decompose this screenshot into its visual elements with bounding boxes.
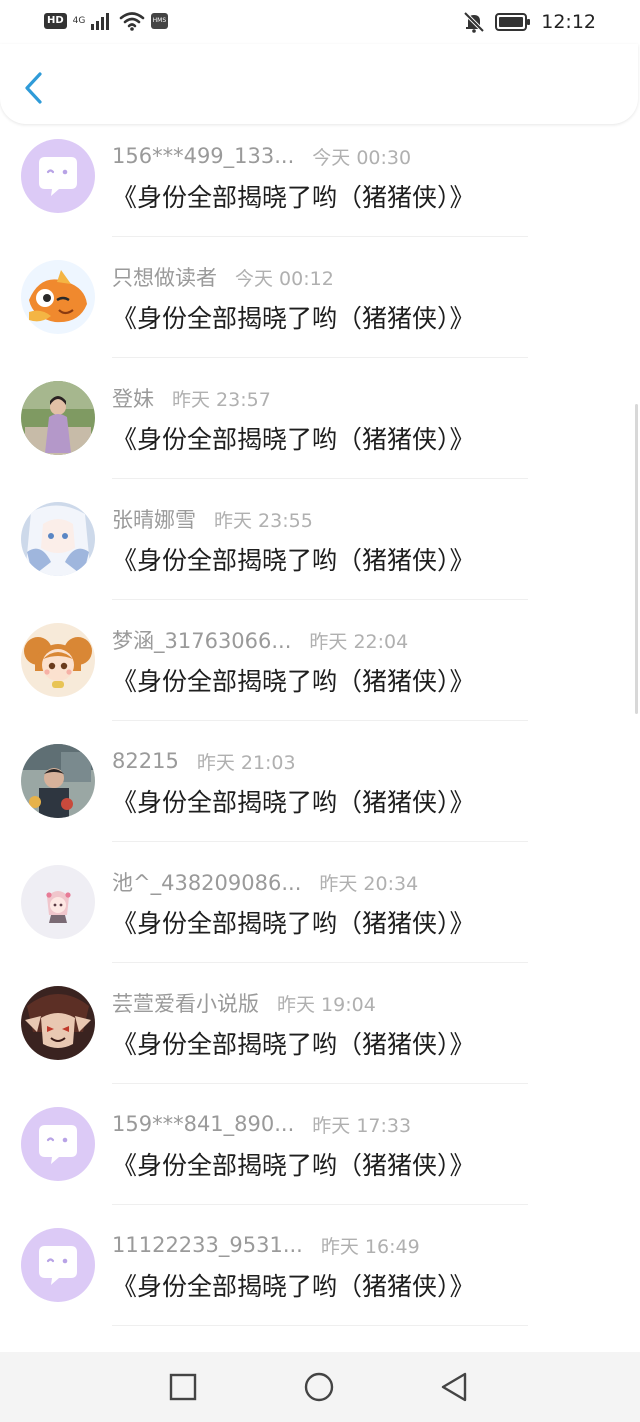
- timestamp: 昨天 19:04: [277, 993, 376, 1016]
- divider: [112, 236, 528, 237]
- battery-icon: [495, 13, 531, 31]
- back-arrow-icon[interactable]: [18, 70, 50, 106]
- comment-text[interactable]: 《身份全部揭晓了哟（猪猪侠）》: [112, 662, 475, 698]
- comment-item[interactable]: 芸萱爱看小说版 昨天 19:04 《身份全部揭晓了哟（猪猪侠）》: [0, 971, 640, 1092]
- username[interactable]: 梦涵_31763066...: [112, 625, 291, 655]
- comment-meta: 82215 昨天 21:03: [112, 746, 296, 776]
- network-type-label: 4G: [72, 15, 86, 26]
- username[interactable]: 11122233_9531...: [112, 1233, 303, 1257]
- status-left-group: HD 4G HMS: [44, 11, 169, 31]
- timestamp: 昨天 20:34: [319, 872, 419, 895]
- timestamp: 昨天 21:03: [196, 751, 296, 774]
- comment-meta: 池^_438209086... 昨天 20:34: [112, 867, 418, 897]
- wifi-icon: [119, 12, 144, 31]
- divider: [112, 720, 528, 721]
- comment-meta: 梦涵_31763066... 昨天 22:04: [112, 625, 408, 655]
- avatar[interactable]: [21, 502, 95, 576]
- username[interactable]: 只想做读者: [112, 262, 217, 292]
- comment-text[interactable]: 《身份全部揭晓了哟（猪猪侠）》: [112, 1025, 475, 1061]
- avatar[interactable]: [21, 986, 95, 1060]
- square-icon[interactable]: [166, 1370, 200, 1404]
- status-bar: HD 4G HMS 12:12: [0, 0, 640, 44]
- avatar[interactable]: [21, 744, 95, 818]
- timestamp: 昨天 16:49: [320, 1235, 420, 1258]
- comment-item[interactable]: 82215 昨天 21:03 《身份全部揭晓了哟（猪猪侠）》: [0, 729, 640, 850]
- hd-badge: HD: [44, 13, 67, 29]
- divider: [112, 478, 528, 479]
- timestamp: 昨天 23:55: [214, 509, 313, 532]
- comment-text[interactable]: 《身份全部揭晓了哟（猪猪侠）》: [112, 783, 475, 819]
- divider: [112, 1204, 528, 1205]
- username[interactable]: 159***841_890...: [112, 1112, 294, 1136]
- divider: [112, 841, 528, 842]
- comment-text[interactable]: 《身份全部揭晓了哟（猪猪侠）》: [112, 1146, 475, 1182]
- divider: [112, 357, 528, 358]
- avatar[interactable]: [21, 1107, 95, 1181]
- divider: [112, 1325, 528, 1326]
- comment-text[interactable]: 《身份全部揭晓了哟（猪猪侠）》: [112, 1267, 475, 1303]
- comment-item[interactable]: 池^_438209086... 昨天 20:34 《身份全部揭晓了哟（猪猪侠）》: [0, 850, 640, 971]
- comment-item[interactable]: 梦涵_31763066... 昨天 22:04 《身份全部揭晓了哟（猪猪侠）》: [0, 608, 640, 729]
- comment-text[interactable]: 《身份全部揭晓了哟（猪猪侠）》: [112, 904, 475, 940]
- status-time: 12:12: [541, 11, 596, 33]
- comment-meta: 159***841_890... 昨天 17:33: [112, 1109, 411, 1139]
- comment-meta: 张晴娜雪 昨天 23:55: [112, 504, 313, 534]
- comment-meta: 芸萱爱看小说版 昨天 19:04: [112, 988, 376, 1018]
- comment-text[interactable]: 《身份全部揭晓了哟（猪猪侠）》: [112, 178, 475, 214]
- scrollbar[interactable]: [635, 404, 638, 714]
- avatar[interactable]: [21, 139, 95, 213]
- comment-text[interactable]: 《身份全部揭晓了哟（猪猪侠）》: [112, 541, 475, 577]
- timestamp: 今天 00:30: [312, 146, 412, 169]
- avatar[interactable]: [21, 623, 95, 697]
- timestamp: 昨天 17:33: [312, 1114, 412, 1137]
- comment-item[interactable]: 只想做读者 今天 00:12 《身份全部揭晓了哟（猪猪侠）》: [0, 245, 640, 366]
- comment-meta: 11122233_9531... 昨天 16:49: [112, 1230, 420, 1260]
- comment-meta: 156***499_133... 今天 00:30: [112, 141, 411, 171]
- timestamp: 今天 00:12: [235, 267, 334, 290]
- comment-item[interactable]: 11122233_9531... 昨天 16:49 《身份全部揭晓了哟（猪猪侠）》: [0, 1213, 640, 1334]
- system-nav-bar: [0, 1352, 640, 1422]
- circle-icon[interactable]: [302, 1370, 336, 1404]
- comment-text[interactable]: 《身份全部揭晓了哟（猪猪侠）》: [112, 299, 475, 335]
- comment-item[interactable]: 159***841_890... 昨天 17:33 《身份全部揭晓了哟（猪猪侠）》: [0, 1092, 640, 1213]
- comment-text[interactable]: 《身份全部揭晓了哟（猪猪侠）》: [112, 420, 475, 456]
- divider: [112, 962, 528, 963]
- comment-item[interactable]: 登妹 昨天 23:57 《身份全部揭晓了哟（猪猪侠）》: [0, 366, 640, 487]
- comment-item[interactable]: 张晴娜雪 昨天 23:55 《身份全部揭晓了哟（猪猪侠）》: [0, 487, 640, 608]
- username[interactable]: 登妹: [112, 383, 154, 413]
- status-right-group: 12:12: [463, 8, 596, 36]
- timestamp: 昨天 22:04: [309, 630, 409, 653]
- username[interactable]: 池^_438209086...: [112, 867, 301, 897]
- username[interactable]: 156***499_133...: [112, 144, 294, 168]
- username[interactable]: 张晴娜雪: [112, 504, 196, 534]
- comment-item[interactable]: 156***499_133... 今天 00:30 《身份全部揭晓了哟（猪猪侠）》: [0, 124, 640, 245]
- triangle-back-icon[interactable]: [437, 1370, 471, 1404]
- signal-icon: [90, 13, 109, 30]
- avatar[interactable]: [21, 381, 95, 455]
- comment-meta: 登妹 昨天 23:57: [112, 383, 271, 413]
- divider: [112, 1083, 528, 1084]
- comment-list[interactable]: 156***499_133... 今天 00:30 《身份全部揭晓了哟（猪猪侠）》只…: [0, 124, 640, 1352]
- bell-off-icon: [463, 11, 485, 33]
- back-button[interactable]: [18, 70, 50, 106]
- header-bar: [0, 44, 638, 124]
- hms-badge: HMS: [150, 13, 169, 29]
- avatar[interactable]: [21, 260, 95, 334]
- username[interactable]: 芸萱爱看小说版: [112, 988, 259, 1018]
- avatar[interactable]: [21, 865, 95, 939]
- timestamp: 昨天 23:57: [172, 388, 271, 411]
- username[interactable]: 82215: [112, 749, 179, 773]
- comment-meta: 只想做读者 今天 00:12: [112, 262, 334, 292]
- divider: [112, 599, 528, 600]
- avatar[interactable]: [21, 1228, 95, 1302]
